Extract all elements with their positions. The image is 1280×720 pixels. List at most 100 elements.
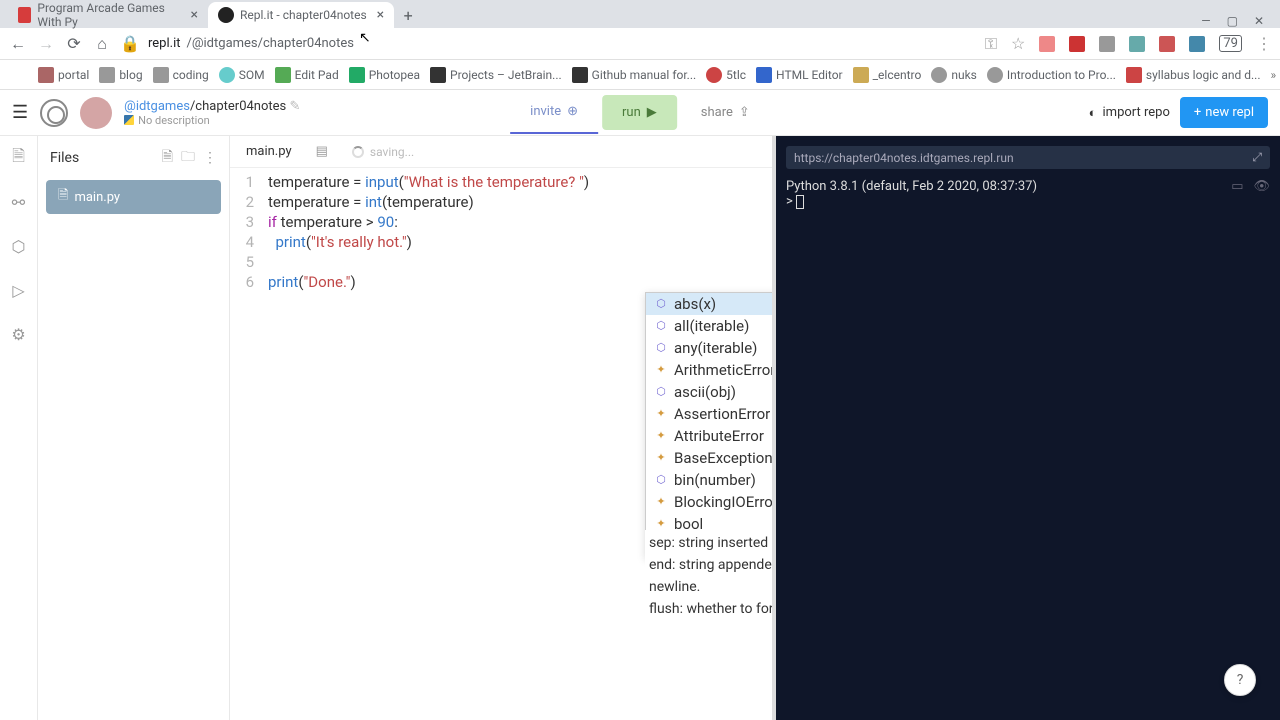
console-output[interactable]: ▭ 👁 Python 3.8.1 (default, Feb 2 2020, 0… [776,175,1280,720]
debug-icon[interactable]: ▷ [9,280,29,300]
saving-indicator: saving... [352,145,414,159]
address-bar: ← → ⟳ ⌂ 🔒 repl.it/@idtgames/chapter04not… [0,28,1280,60]
autocomplete-item[interactable]: ✦AttributeError [646,425,772,447]
share-button[interactable]: share⇪ [681,91,770,134]
more-icon[interactable]: ⋮ [203,150,217,166]
line-number: 4 [230,232,268,252]
autocomplete-item[interactable]: ✦AssertionError [646,403,772,425]
lock-icon[interactable]: 🔒 [120,34,140,54]
autocomplete-item[interactable]: ✦BaseException [646,447,772,469]
settings-icon[interactable]: ⚙ [9,324,29,344]
browser-tab-active[interactable]: Repl.it - chapter04notes × [208,2,394,28]
code-text: print("It's really hot.") [268,232,412,252]
help-button[interactable]: ? [1224,664,1256,696]
autocomplete-popup[interactable]: ⬡abs(x)i ⬡all(iterable) ⬡any(iterable) ✦… [645,292,772,558]
new-repl-button[interactable]: +new repl [1180,97,1268,128]
extension-icon[interactable] [1069,36,1085,52]
version-icon[interactable]: ⚯ [9,192,29,212]
bookmark-item[interactable]: Introduction to Pro... [987,67,1116,83]
reload-button[interactable]: ⟳ [64,34,84,54]
code-text: if temperature > 90: [268,212,398,232]
browser-tab[interactable]: Program Arcade Games With Py × [8,2,208,28]
tab-title: Repl.it - chapter04notes [240,8,367,22]
header-center-actions: invite⊕ run▶ share⇪ [510,91,770,134]
code-editor[interactable]: 1temperature = input("What is the temper… [230,168,772,720]
autocomplete-item[interactable]: ⬡bin(number) [646,469,772,491]
bookmark-item[interactable]: nuks [931,67,977,83]
owner-link[interactable]: @idtgames [124,99,190,114]
key-icon[interactable]: ⚿ [985,34,997,54]
forward-button[interactable]: → [36,34,56,54]
layout-icon[interactable]: ▤ [316,144,328,159]
extension-icon[interactable] [1159,36,1175,52]
hamburger-icon[interactable]: ☰ [12,102,28,123]
file-item[interactable]: 🗎 main.py [46,180,221,214]
back-button[interactable]: ← [8,34,28,54]
bookmark-item[interactable]: coding [153,67,209,83]
extension-icon[interactable] [1099,36,1115,52]
edit-icon[interactable]: ✎ [290,99,301,114]
autocomplete-item[interactable]: ⬡ascii(obj) [646,381,772,403]
repl-header: ☰ @idtgames/chapter04notes ✎ No descript… [0,90,1280,136]
open-external-icon[interactable]: ⤢ [1252,150,1262,165]
bookmark-item[interactable]: Projects – JetBrain... [430,67,562,83]
code-text: temperature = int(temperature) [268,192,474,212]
bookmark-item[interactable]: _elcentro [853,67,922,83]
bookmark-item[interactable]: portal [38,67,89,83]
maximize-icon[interactable]: ▢ [1227,14,1238,28]
line-number: 5 [230,252,268,272]
import-repo-button[interactable]: ◐import repo [1089,105,1170,121]
star-icon[interactable]: ☆ [1011,34,1025,53]
menu-icon[interactable]: ⋮ [1256,34,1272,53]
console-url-field[interactable]: https://chapter04notes.idtgames.repl.run… [786,146,1270,169]
layout-icon[interactable]: ▭ [1231,179,1243,194]
extension-icon[interactable] [1189,36,1205,52]
share-icon: ⇪ [739,105,750,120]
repl-name: /chapter04notes [190,99,286,114]
play-icon: ▶ [647,105,657,120]
bookmark-item[interactable]: SOM [219,67,265,83]
favicon-icon [18,7,31,23]
close-icon[interactable]: × [191,7,198,23]
new-file-icon[interactable]: 🗎 [162,146,173,170]
close-icon[interactable]: × [377,7,384,23]
close-window-icon[interactable]: ✕ [1254,14,1264,28]
bookmark-item[interactable]: Photopea [349,67,420,83]
bookmark-item[interactable]: 5tlc [706,67,746,83]
avatar[interactable] [80,97,112,129]
tab-count-badge[interactable]: 79 [1219,35,1242,52]
editor-tab[interactable]: main.py [246,144,292,159]
url-field[interactable]: repl.it/@idtgames/chapter04notes [148,36,354,51]
files-icon[interactable]: 🗎 [9,148,29,168]
new-tab-button[interactable]: + [394,2,422,28]
packages-icon[interactable]: ⬡ [9,236,29,256]
minimize-icon[interactable]: — [1201,14,1210,28]
invite-button[interactable]: invite⊕ [510,91,598,134]
bookmark-item[interactable]: Edit Pad [275,67,339,83]
bookmark-item[interactable]: Github manual for... [572,67,697,83]
main-layout: 🗎 ⚯ ⬡ ▷ ⚙ Files 🗎 🗀 ⋮ 🗎 main.py main.py … [0,136,1280,720]
code-text: print("Done.") [268,272,356,292]
bookmark-item[interactable]: HTML Editor [756,67,843,83]
home-button[interactable]: ⌂ [92,34,112,54]
class-icon: ✦ [654,363,668,377]
extension-icon[interactable] [1129,36,1145,52]
bookmark-item[interactable]: syllabus logic and d... [1126,67,1261,83]
extension-icon[interactable] [1039,36,1055,52]
eye-icon[interactable]: 👁 [1253,179,1270,194]
autocomplete-item[interactable]: ✦BlockingIOError [646,491,772,513]
new-folder-icon[interactable]: 🗀 [181,146,195,170]
autocomplete-item[interactable]: ⬡any(iterable) [646,337,772,359]
bookmark-item[interactable]: blog [99,67,142,83]
bookmarks-overflow-icon[interactable]: » [1271,68,1277,82]
class-icon: ✦ [654,495,668,509]
replit-logo-icon[interactable] [40,99,68,127]
run-button[interactable]: run▶ [602,95,677,130]
autocomplete-item[interactable]: ✦ArithmeticError [646,359,772,381]
files-label: Files [50,150,154,166]
autocomplete-item[interactable]: ⬡abs(x)i [646,293,772,315]
line-number: 1 [230,172,268,192]
browser-tab-strip: Program Arcade Games With Py × Repl.it -… [0,0,1280,28]
doc-hint: sep: string inserted between values, def… [645,530,772,622]
autocomplete-item[interactable]: ⬡all(iterable) [646,315,772,337]
